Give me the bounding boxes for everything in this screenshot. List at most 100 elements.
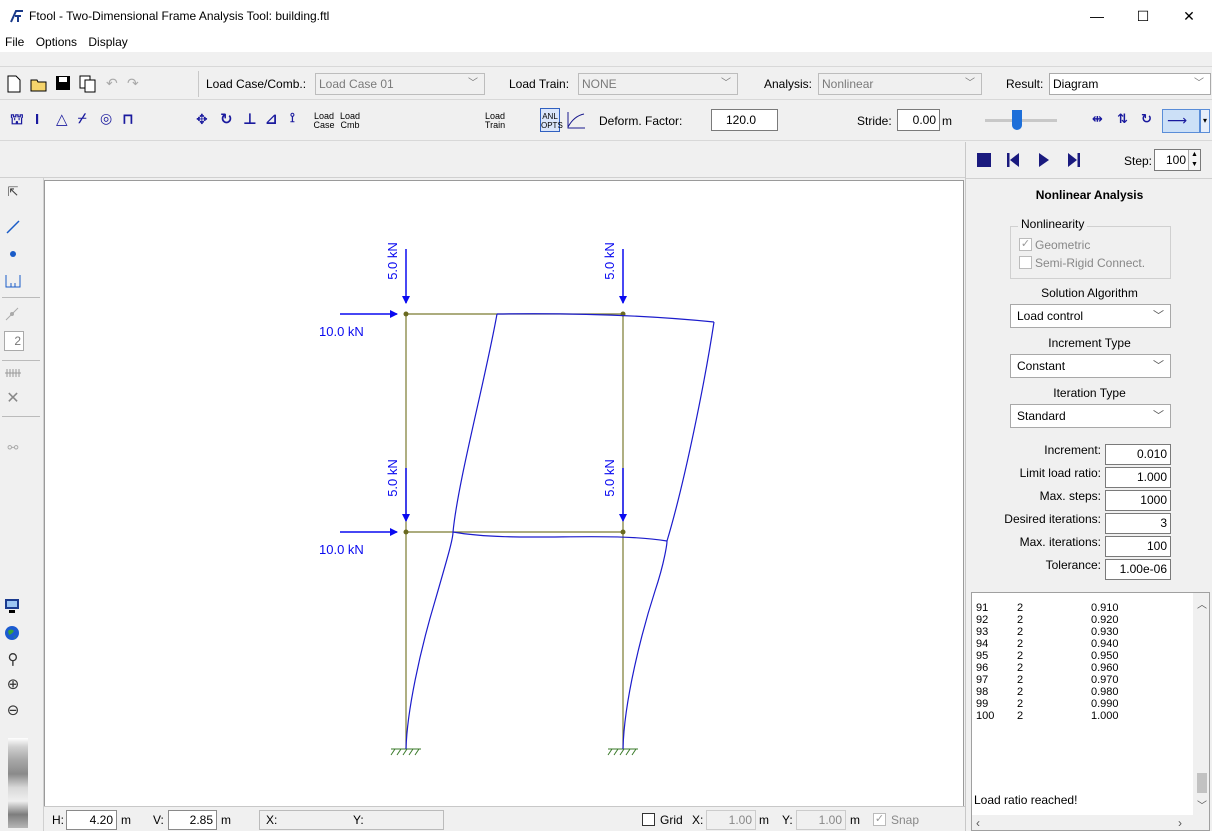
chevron-down-icon: ﹀: [965, 78, 975, 89]
nodal-force-icon[interactable]: ✥: [196, 111, 208, 128]
iteration-type-select[interactable]: Standard ﹀: [1010, 404, 1171, 428]
desired-iterations-label: Desired iterations:: [1004, 512, 1101, 526]
slider-thumb[interactable]: [1012, 110, 1022, 130]
analysis-log[interactable]: 91 2 0.910 92 2 0.920 93 2 0.930 94 2 0.940 95 2 0…: [971, 592, 1210, 831]
copy-icon[interactable]: [79, 75, 97, 93]
stride-input[interactable]: 0.00: [897, 109, 940, 131]
minimize-button[interactable]: —: [1074, 0, 1120, 32]
max-steps-input[interactable]: 1000: [1105, 490, 1171, 511]
stop-icon[interactable]: [977, 153, 991, 167]
tolerance-label: Tolerance:: [1045, 558, 1101, 572]
deform-factor-input[interactable]: 120.0: [711, 109, 778, 131]
zoom-in-icon[interactable]: ⊕: [4, 675, 22, 693]
chevron-down-icon: ﹀: [1153, 410, 1164, 422]
semirigid-label: Semi-Rigid Connect.: [1035, 256, 1146, 270]
tolerance-input[interactable]: 1.00e-06: [1105, 559, 1171, 580]
temperature-icon[interactable]: ⟟: [290, 110, 295, 126]
y-label: Y:: [353, 813, 364, 827]
load-cmb-button[interactable]: Load Cmb: [336, 112, 364, 130]
dimension-icon[interactable]: [4, 273, 22, 289]
grid-divide-icon[interactable]: [4, 368, 22, 378]
link-icon[interactable]: ⚯: [4, 440, 22, 456]
menu-file[interactable]: File: [2, 32, 27, 52]
support-icon[interactable]: △: [56, 110, 68, 128]
globe-icon[interactable]: [4, 625, 20, 641]
diagram-dropdown[interactable]: ▾: [1200, 109, 1210, 133]
zoom-icon[interactable]: ⚲: [4, 650, 22, 668]
select-cursor-icon[interactable]: ⇱: [4, 184, 22, 200]
uniform-load-icon[interactable]: ⊥: [243, 110, 257, 128]
redo-icon[interactable]: ↷: [127, 75, 139, 92]
left-toolbar: ⇱ 2 ✕ ⚯ ⚲ ⊕ ⊖: [0, 178, 44, 831]
section-icon[interactable]: I: [35, 111, 39, 128]
scroll-left-icon[interactable]: ‹: [976, 816, 980, 830]
rewind-icon[interactable]: [1006, 152, 1020, 168]
fast-forward-icon[interactable]: [1067, 152, 1081, 168]
grid-checkbox[interactable]: [642, 813, 655, 826]
delete-icon[interactable]: ✕: [4, 388, 22, 408]
scrollbar-thumb[interactable]: [1197, 773, 1207, 793]
ftool-logo-icon: [10, 10, 23, 23]
grid-y-field[interactable]: 1.00: [796, 810, 846, 830]
limit-load-ratio-input[interactable]: 1.000: [1105, 467, 1171, 488]
shear-force-icon[interactable]: ⇅: [1117, 111, 1128, 127]
deformed-shape-button[interactable]: ⟶: [1162, 109, 1200, 133]
new-file-icon[interactable]: [6, 75, 22, 93]
zoom-out-icon[interactable]: ⊖: [4, 701, 22, 719]
deformed-shape-icon: ⟶: [1167, 112, 1188, 128]
load-train-select[interactable]: NONE ﹀: [578, 73, 738, 95]
load-train-btn-line2: Train: [484, 120, 506, 130]
spring-icon[interactable]: ⌿: [78, 110, 86, 127]
desired-iterations-input[interactable]: 3: [1105, 513, 1171, 534]
close-button[interactable]: ✕: [1166, 0, 1212, 32]
linear-load-icon[interactable]: ⊿: [265, 110, 278, 128]
save-icon[interactable]: [55, 75, 71, 91]
drawing-canvas[interactable]: 5.0 kN 5.0 kN 5.0 kN 5.0 kN 10.0 kN 10.0…: [44, 180, 964, 820]
bending-moment-icon[interactable]: ↻: [1141, 111, 1152, 127]
menu-display[interactable]: Display: [85, 32, 130, 52]
deformed-top-beam: [496, 313, 715, 323]
v-field[interactable]: 2.85: [168, 810, 217, 830]
semirigid-checkbox[interactable]: [1019, 256, 1032, 269]
monitor-icon[interactable]: [4, 598, 20, 614]
geometric-checkbox[interactable]: ✓: [1019, 238, 1032, 251]
chevron-down-icon: ﹀: [1194, 78, 1204, 89]
snap-checkbox[interactable]: ✓: [873, 813, 886, 826]
load-train-button[interactable]: Load Train: [481, 112, 509, 130]
grid-x-field[interactable]: 1.00: [706, 810, 756, 830]
solution-algorithm-select[interactable]: Load control ﹀: [1010, 304, 1171, 328]
analysis-select[interactable]: Nonlinear ﹀: [818, 73, 982, 95]
undo-icon[interactable]: ↶: [106, 75, 118, 92]
load-case-select[interactable]: Load Case 01 ﹀: [315, 73, 485, 95]
scroll-down-icon[interactable]: ﹀: [1197, 797, 1207, 812]
horizontal-scrollbar[interactable]: [972, 815, 1209, 830]
h-field[interactable]: 4.20: [66, 810, 117, 830]
chevron-down-icon: ﹀: [468, 78, 478, 89]
scroll-up-icon[interactable]: ︿: [1197, 596, 1207, 611]
load-displacement-curve-icon[interactable]: [565, 110, 587, 130]
hinge-icon[interactable]: ◎: [100, 110, 112, 127]
axial-force-icon[interactable]: ⇹: [1092, 111, 1103, 127]
open-folder-icon[interactable]: [30, 75, 48, 93]
increment-type-select[interactable]: Constant ﹀: [1010, 354, 1171, 378]
step-spinner[interactable]: ▲ ▼: [1188, 150, 1200, 170]
increment-input[interactable]: 0.010: [1105, 444, 1171, 465]
frame-icon[interactable]: ⊓: [122, 110, 134, 128]
max-iterations-input[interactable]: 100: [1105, 536, 1171, 557]
anl-opts-line1: ANL: [542, 112, 558, 121]
play-icon[interactable]: [1038, 152, 1050, 168]
intersect-icon[interactable]: [4, 306, 20, 322]
menu-options[interactable]: Options: [33, 32, 80, 52]
draw-node-icon[interactable]: [8, 249, 18, 259]
scroll-right-icon[interactable]: ›: [1178, 816, 1182, 830]
draw-member-icon[interactable]: [6, 220, 20, 234]
moment-icon[interactable]: ↻: [220, 110, 233, 128]
result-select[interactable]: Diagram ﹀: [1049, 73, 1211, 95]
nonlinearity-group: [1010, 226, 1171, 279]
load-case-button[interactable]: Load Case: [310, 112, 338, 130]
load-label-top-left: 5.0 kN: [385, 242, 400, 280]
material-icon[interactable]: ⛫: [10, 111, 24, 130]
analysis-options-button[interactable]: ANL OPTS: [540, 108, 563, 132]
maximize-button[interactable]: ☐: [1120, 0, 1166, 32]
division-count-input[interactable]: 2: [4, 331, 24, 351]
